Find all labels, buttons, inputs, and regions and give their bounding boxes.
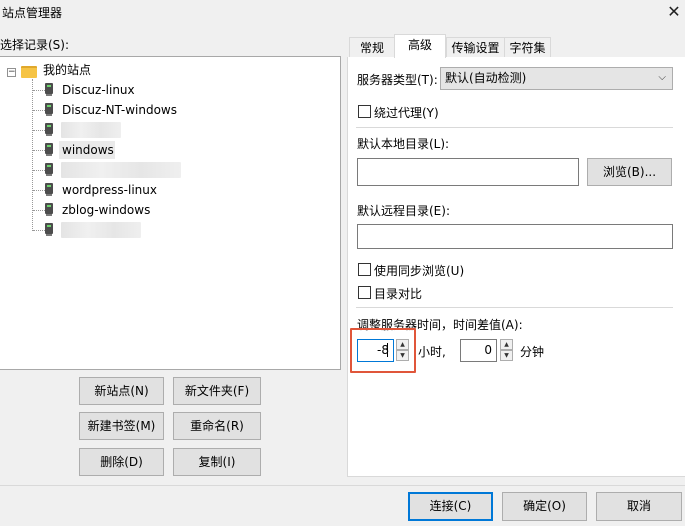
tree-item-label: zblog-windows — [62, 203, 151, 217]
local-dir-label: 默认本地目录(L): — [357, 137, 450, 151]
tree-item[interactable]: Discuz-linux — [0, 80, 339, 100]
site-list-label: 选择记录(S): — [0, 38, 70, 52]
server-icon — [45, 223, 53, 237]
server-icon — [45, 103, 53, 117]
redacted-name — [61, 162, 181, 178]
tree-item[interactable] — [0, 160, 339, 180]
server-type-label: 服务器类型(T): — [357, 73, 438, 87]
tree-item[interactable] — [0, 120, 339, 140]
server-icon — [45, 203, 53, 217]
local-dir-input[interactable] — [357, 158, 579, 186]
new-site-button[interactable]: 新站点(N) — [79, 377, 164, 405]
delete-button[interactable]: 删除(D) — [79, 448, 164, 476]
spin-up-icon[interactable]: ▲ — [500, 339, 513, 350]
sync-browse-label: 使用同步浏览(U) — [374, 264, 465, 278]
server-icon — [45, 163, 53, 177]
tab-transfer-settings[interactable]: 传输设置 — [446, 37, 505, 58]
tree-item[interactable] — [0, 220, 339, 240]
highlight-box — [350, 328, 416, 373]
tab-advanced[interactable]: 高级 — [394, 34, 446, 58]
new-folder-button[interactable]: 新文件夹(F) — [173, 377, 261, 405]
tree-item[interactable]: wordpress-linux — [0, 180, 339, 200]
rename-button[interactable]: 重命名(R) — [173, 412, 261, 440]
minutes-unit-label: 分钟 — [520, 345, 545, 359]
folder-icon — [21, 66, 37, 78]
chevron-down-icon: ⌵ — [658, 72, 666, 83]
remote-dir-input[interactable] — [357, 224, 673, 249]
cancel-button[interactable]: 取消 — [596, 492, 682, 521]
server-icon — [45, 123, 53, 137]
tree-item[interactable]: Discuz-NT-windows — [0, 100, 339, 120]
server-type-value: 默认(自动检测) — [445, 71, 527, 85]
tab-charset[interactable]: 字符集 — [504, 37, 551, 58]
divider — [356, 127, 673, 128]
redacted-name — [61, 122, 121, 138]
server-icon — [45, 183, 53, 197]
redacted-name — [61, 222, 141, 238]
window-title: 站点管理器 — [2, 6, 63, 20]
hours-unit-label: 小时, — [418, 345, 446, 359]
new-bookmark-button[interactable]: 新建书签(M) — [79, 412, 164, 440]
browse-button[interactable]: 浏览(B)... — [587, 158, 672, 186]
tree-item[interactable]: zblog-windows — [0, 200, 339, 220]
minutes-input[interactable]: 0 — [460, 339, 497, 362]
bypass-proxy-checkbox[interactable] — [358, 105, 371, 118]
copy-button[interactable]: 复制(I) — [173, 448, 261, 476]
divider — [356, 307, 673, 308]
dir-compare-checkbox[interactable] — [358, 286, 371, 299]
remote-dir-label: 默认远程目录(E): — [357, 204, 450, 218]
minutes-stepper[interactable]: ▲ ▼ — [500, 339, 513, 361]
server-type-select[interactable]: 默认(自动检测) ⌵ — [440, 67, 673, 90]
divider — [0, 485, 685, 486]
tab-general[interactable]: 常规 — [349, 37, 395, 58]
dir-compare-label: 目录对比 — [374, 287, 423, 301]
spin-down-icon[interactable]: ▼ — [500, 350, 513, 361]
tree-item[interactable]: windows — [0, 140, 339, 160]
tree-item-label: wordpress-linux — [62, 183, 157, 197]
tree-item-label: Discuz-NT-windows — [62, 103, 177, 117]
sync-browse-checkbox[interactable] — [358, 263, 371, 276]
tree-root-label: 我的站点 — [43, 63, 92, 77]
tree-item-label: windows — [62, 143, 114, 157]
site-tree[interactable]: − 我的站点 Discuz-linux Discuz-NT-windows wi… — [0, 56, 341, 370]
bypass-proxy-label: 绕过代理(Y) — [374, 106, 439, 120]
close-icon[interactable]: ✕ — [664, 2, 684, 22]
server-icon — [45, 83, 53, 97]
connect-button[interactable]: 连接(C) — [408, 492, 493, 521]
server-icon — [45, 143, 53, 157]
ok-button[interactable]: 确定(O) — [502, 492, 587, 521]
collapse-icon[interactable]: − — [7, 68, 16, 77]
tree-item-label: Discuz-linux — [62, 83, 135, 97]
